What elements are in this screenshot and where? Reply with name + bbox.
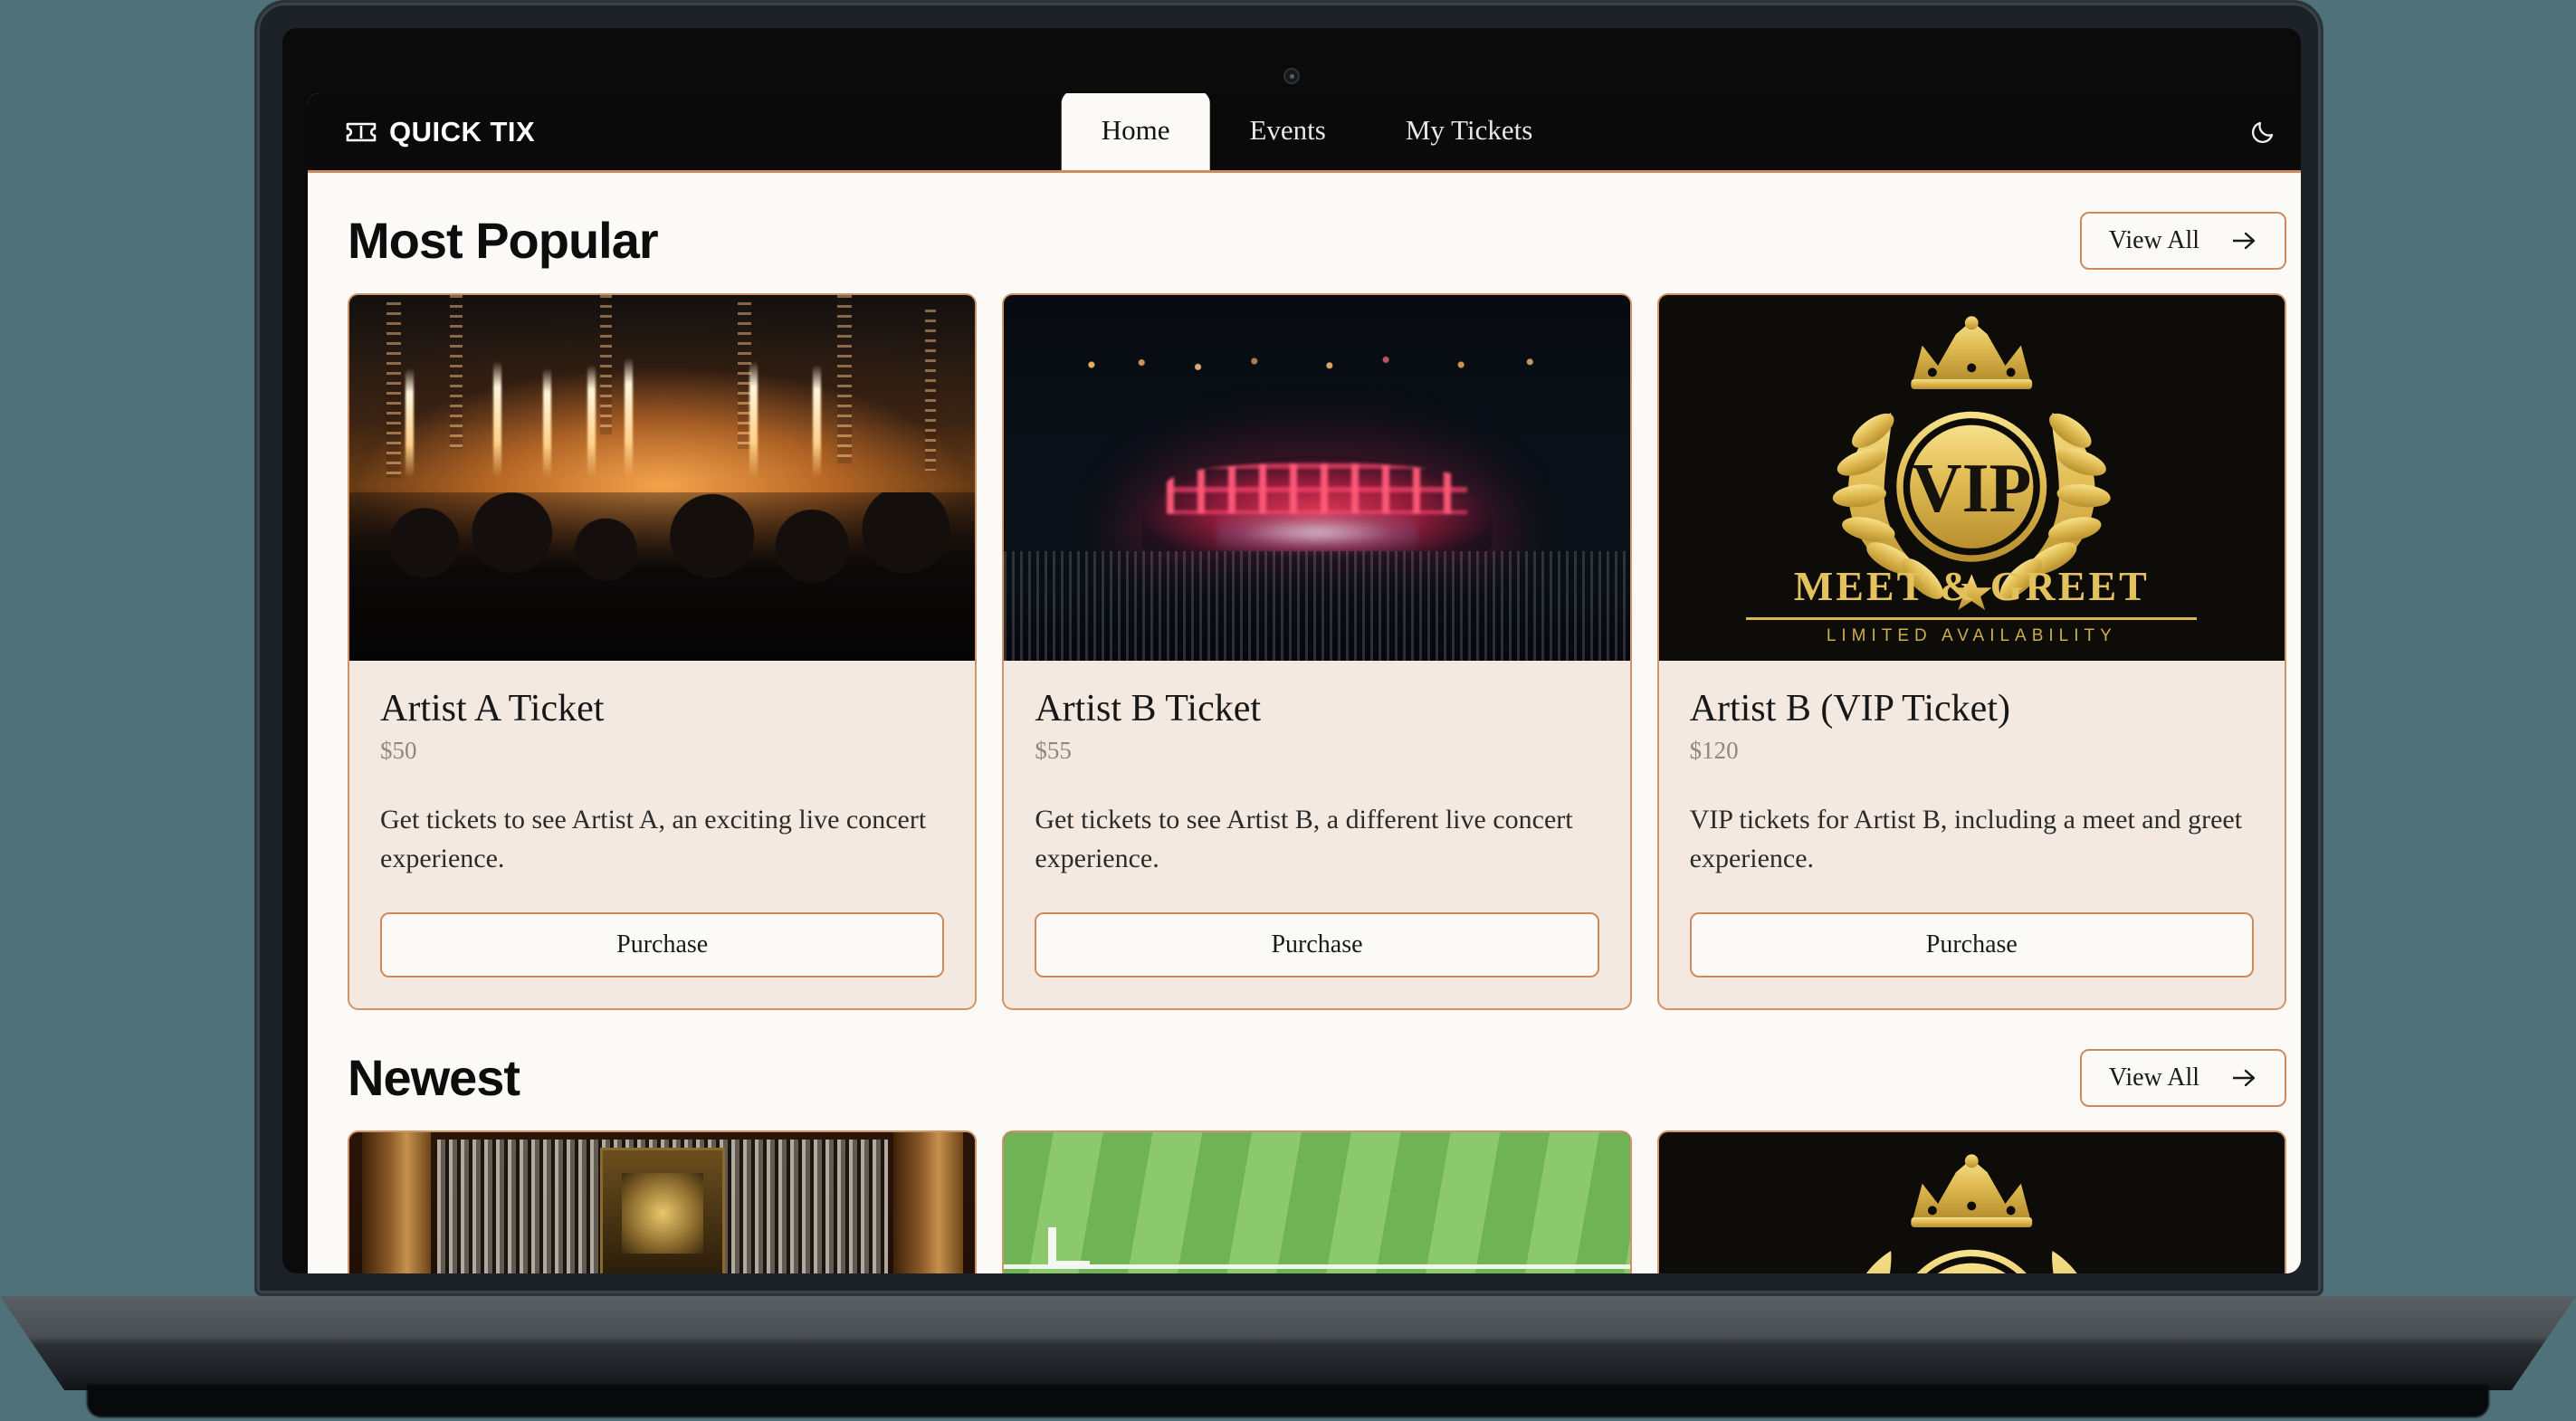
event-card-description: Get tickets to see Artist A, an exciting… (380, 805, 927, 873)
vip-main-text: MEET & GREET (1793, 562, 2150, 609)
stadium-seats-image (1004, 1132, 1630, 1273)
card-grid-most-popular: Artist A Ticket $50 Get tickets to see A… (348, 293, 2286, 1011)
card-grid-newest: VIP (348, 1130, 2286, 1273)
theatre-organ-hall-image (349, 1132, 976, 1273)
ticket-icon (346, 122, 377, 141)
tab-my-tickets[interactable]: My Tickets (1366, 93, 1572, 170)
tab-my-tickets-label: My Tickets (1405, 114, 1533, 146)
vip-badge-image: VIP (1658, 1132, 2285, 1273)
event-card-price: $120 (1689, 737, 1739, 765)
screenshot-stage: QUICK TIX Home Events My Tickets Most Po… (0, 0, 2576, 1421)
laptop-base-shadow (87, 1385, 2489, 1417)
event-card-image (1004, 295, 1630, 661)
browser-viewport: QUICK TIX Home Events My Tickets Most Po… (308, 93, 2301, 1273)
event-card[interactable] (348, 1130, 978, 1273)
vip-badge-image: VIP MEET & GREET LIMITED AVAILABILITY (1658, 295, 2285, 661)
section-most-popular: Most Popular View All Artist A Ticket $5… (308, 173, 2301, 1011)
view-all-button-newest[interactable]: View All (2079, 1048, 2286, 1107)
laptop-base (0, 1296, 2576, 1390)
purchase-button[interactable]: Purchase (380, 912, 945, 978)
event-card-price: $50 (380, 737, 417, 765)
event-card[interactable] (1002, 1130, 1632, 1273)
section-header: Newest View All (348, 1010, 2286, 1130)
event-card-image (349, 1132, 976, 1273)
brand-logo[interactable]: QUICK TIX (346, 116, 535, 148)
tab-home[interactable]: Home (1061, 93, 1210, 170)
event-card-title: Artist A Ticket (380, 688, 605, 730)
brand-name: QUICK TIX (389, 115, 536, 148)
section-header: Most Popular View All (348, 173, 2286, 293)
main-nav: Home Events My Tickets (1061, 93, 1573, 170)
amphitheatre-night-image (1004, 295, 1630, 661)
event-card-body: Artist B Ticket $55 Get tickets to see A… (1004, 661, 1629, 1008)
webcam-icon (1283, 68, 1300, 84)
purchase-button[interactable]: Purchase (1035, 912, 1599, 978)
event-card-price: $55 (1035, 737, 1072, 765)
event-card-image: VIP MEET & GREET LIMITED AVAILABILITY (1658, 295, 2285, 661)
event-card-title: Artist B Ticket (1035, 688, 1262, 730)
event-card-description: Get tickets to see Artist B, a different… (1035, 805, 1573, 873)
event-card-title: Artist B (VIP Ticket) (1689, 688, 2010, 730)
event-card-image: VIP (1658, 1132, 2285, 1273)
app-header: QUICK TIX Home Events My Tickets (308, 93, 2301, 173)
event-card-body: Artist A Ticket $50 Get tickets to see A… (349, 661, 975, 1008)
event-card[interactable]: VIP MEET & GREET LIMITED AVAILABILITY Ar… (1656, 293, 2286, 1011)
vip-center-text: VIP (1912, 450, 2031, 527)
tab-home-label: Home (1101, 114, 1170, 146)
purchase-button[interactable]: Purchase (1689, 912, 2254, 978)
moon-icon (2251, 121, 2274, 143)
laptop-lid: QUICK TIX Home Events My Tickets Most Po… (254, 0, 2323, 1296)
page-content: Most Popular View All Artist A Ticket $5… (308, 173, 2301, 1273)
event-card[interactable]: Artist A Ticket $50 Get tickets to see A… (348, 293, 978, 1011)
arrow-right-icon (2233, 232, 2256, 249)
event-card[interactable]: Artist B Ticket $55 Get tickets to see A… (1002, 293, 1632, 1011)
vip-sub-text: LIMITED AVAILABILITY (1826, 625, 2117, 645)
page-title: Most Popular (348, 212, 659, 269)
theme-toggle-button[interactable] (2243, 112, 2283, 152)
laptop-bezel: QUICK TIX Home Events My Tickets Most Po… (282, 28, 2301, 1273)
arrow-right-icon (2233, 1069, 2256, 1087)
event-card-description: VIP tickets for Artist B, including a me… (1689, 805, 2243, 873)
event-card-body: Artist B (VIP Ticket) $120 VIP tickets f… (1659, 661, 2285, 1008)
view-all-label: View All (2108, 1063, 2199, 1092)
view-all-label: View All (2108, 225, 2199, 254)
concert-pyrotechnics-image (349, 295, 976, 661)
event-card-image (1004, 1132, 1630, 1273)
vip-crest-icon: VIP (1865, 1153, 2078, 1273)
event-card[interactable]: VIP (1656, 1130, 2286, 1273)
tab-events-label: Events (1249, 114, 1326, 146)
tab-events[interactable]: Events (1209, 93, 1365, 170)
view-all-button-most-popular[interactable]: View All (2079, 211, 2286, 270)
section-newest: Newest View All (308, 1010, 2301, 1273)
event-card-image (349, 295, 976, 661)
section-title-newest: Newest (348, 1049, 520, 1107)
